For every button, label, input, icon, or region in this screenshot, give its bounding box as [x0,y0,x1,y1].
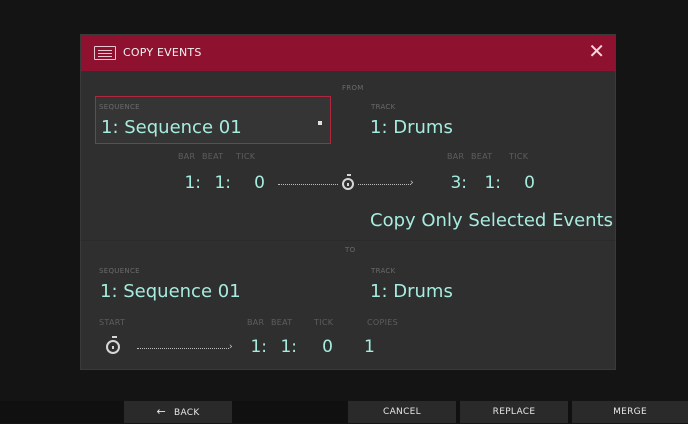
to-tick-label: TICK [314,318,334,327]
to-start-bar[interactable]: 1: [243,337,267,357]
from-end-tick[interactable]: 0 [511,173,535,193]
back-button[interactable]: ← BACK [124,401,232,423]
replace-button[interactable]: REPLACE [460,401,568,423]
merge-button-label: MERGE [613,407,647,417]
from-end-tick-label: TICK [509,152,529,161]
copy-mode-value[interactable]: Copy Only Selected Events [370,210,613,231]
from-end-bar-label: BAR [447,152,465,161]
cancel-button[interactable]: CANCEL [348,401,456,423]
to-bar-label: BAR [247,318,265,327]
copy-events-icon [94,46,116,60]
to-copies-label: COPIES [367,318,398,327]
start-dotted-line [137,348,229,349]
range-dotted-line-right [358,184,411,185]
from-sequence-field[interactable]: SEQUENCE 1: Sequence 01 [95,96,331,144]
from-start-bar-label: BAR [178,152,196,161]
start-arrowhead-icon: › [229,342,233,352]
close-icon[interactable]: ✕ [588,41,605,61]
section-divider [81,240,615,241]
to-sequence-value: 1: Sequence 01 [100,281,241,302]
from-start-beat[interactable]: 1: [207,173,231,193]
from-end-beat-label: BEAT [471,152,493,161]
copy-events-dialog: COPY EVENTS ✕ FROM SEQUENCE 1: Sequence … [80,34,616,370]
from-track-label: TRACK [371,103,396,111]
range-arrowhead-icon: › [410,178,414,188]
from-sequence-label: SEQUENCE [99,103,140,111]
from-track-value: 1: Drums [370,117,453,138]
replace-button-label: REPLACE [492,407,536,417]
to-label: TO [345,246,356,254]
dialog-title-bar: COPY EVENTS ✕ [81,35,615,71]
from-end-beat[interactable]: 1: [477,173,501,193]
from-label: FROM [342,84,364,92]
from-sequence-value: 1: Sequence 01 [101,117,242,138]
to-sequence-label: SEQUENCE [99,267,140,275]
from-start-tick-label: TICK [236,152,256,161]
to-track-value: 1: Drums [370,281,453,302]
dropdown-indicator-icon [318,121,322,125]
to-start-beat[interactable]: 1: [273,337,297,357]
back-arrow-icon: ← [156,405,166,418]
range-dotted-line-left [278,184,338,185]
start-stopwatch-icon [106,336,120,354]
stopwatch-icon [342,174,354,190]
merge-button[interactable]: MERGE [572,401,688,423]
from-start-tick[interactable]: 0 [241,173,265,193]
cancel-button-label: CANCEL [383,407,421,417]
from-start-bar[interactable]: 1: [177,173,201,193]
back-button-label: BACK [173,408,200,418]
dialog-title: COPY EVENTS [123,46,202,59]
from-start-beat-label: BEAT [202,152,224,161]
to-start-label: START [99,318,126,327]
from-end-bar[interactable]: 3: [443,173,467,193]
copies-value[interactable]: 1 [364,337,376,357]
to-beat-label: BEAT [271,318,293,327]
to-start-tick[interactable]: 0 [309,337,333,357]
to-track-label: TRACK [371,267,396,275]
